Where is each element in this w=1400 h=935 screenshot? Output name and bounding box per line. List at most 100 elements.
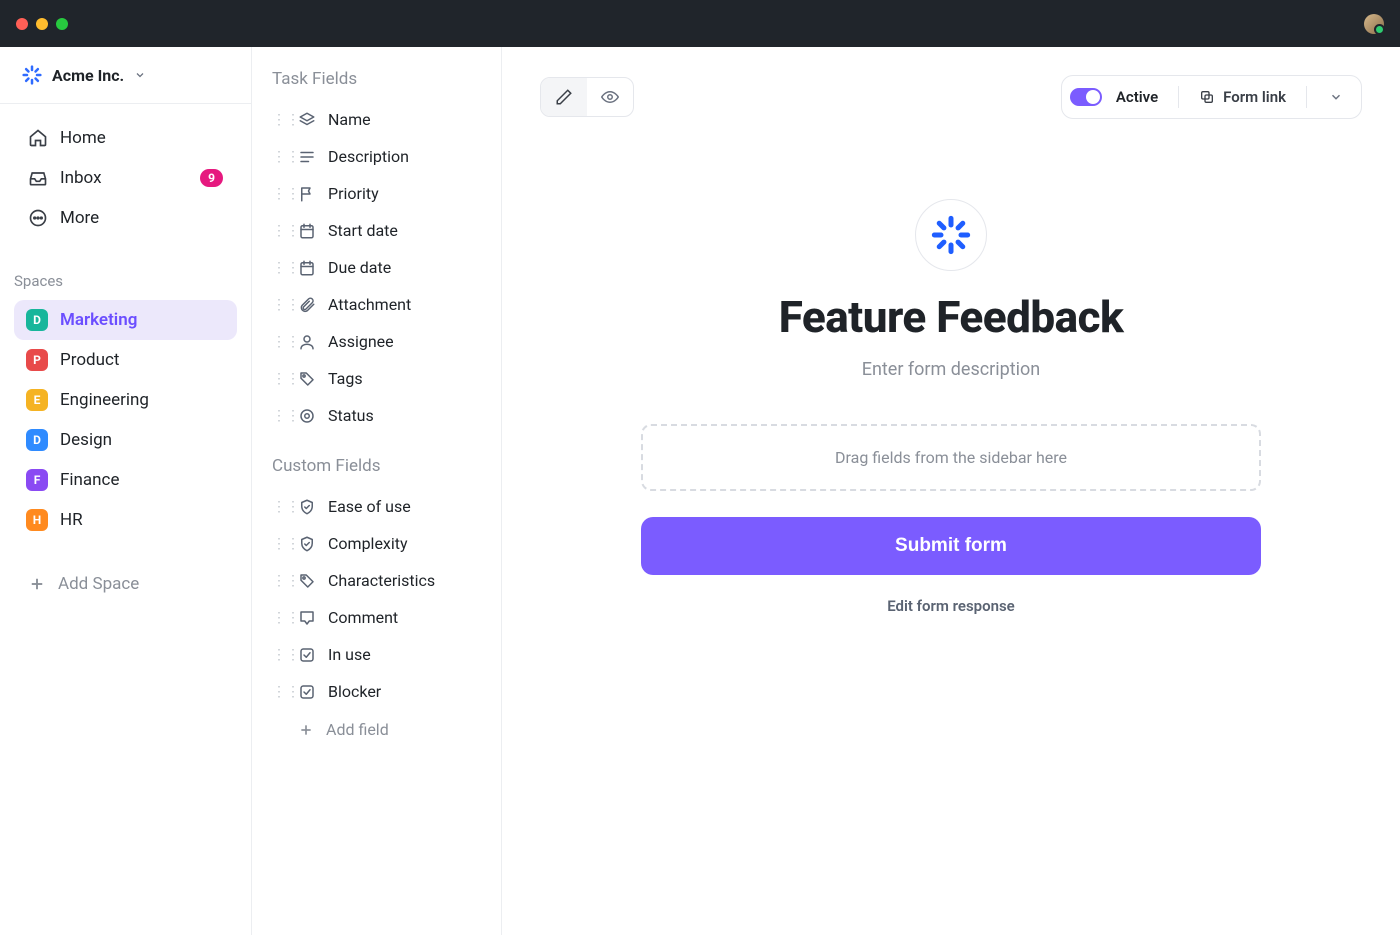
- drag-handle-icon[interactable]: ⋮⋮: [272, 149, 286, 165]
- window-close-button[interactable]: [16, 18, 28, 30]
- drag-handle-icon[interactable]: ⋮⋮: [272, 536, 286, 552]
- drag-handle-icon[interactable]: ⋮⋮: [272, 334, 286, 350]
- task-field-due-date[interactable]: ⋮⋮ Due date: [262, 249, 491, 286]
- drag-handle-icon[interactable]: ⋮⋮: [272, 112, 286, 128]
- add-field-button[interactable]: Add field: [262, 710, 491, 749]
- field-label: Status: [328, 406, 374, 425]
- drag-handle-icon[interactable]: ⋮⋮: [272, 573, 286, 589]
- drag-handle-icon[interactable]: ⋮⋮: [272, 408, 286, 424]
- task-field-tags[interactable]: ⋮⋮ Tags: [262, 360, 491, 397]
- custom-field-ease-of-use[interactable]: ⋮⋮ Ease of use: [262, 488, 491, 525]
- space-item-design[interactable]: DDesign: [14, 420, 237, 460]
- drag-handle-icon[interactable]: ⋮⋮: [272, 647, 286, 663]
- space-item-finance[interactable]: FFinance: [14, 460, 237, 500]
- space-item-label: Marketing: [60, 310, 137, 330]
- workspace-switcher[interactable]: Acme Inc.: [0, 47, 251, 104]
- divider: [1178, 86, 1179, 108]
- nav-more-label: More: [60, 208, 99, 228]
- field-label: Characteristics: [328, 571, 435, 590]
- form-dropzone[interactable]: Drag fields from the sidebar here: [641, 424, 1261, 491]
- check-icon: [298, 683, 316, 701]
- more-icon: [28, 208, 48, 228]
- drag-handle-icon[interactable]: ⋮⋮: [272, 186, 286, 202]
- space-item-label: Design: [60, 430, 112, 450]
- nav-more[interactable]: More: [14, 198, 237, 238]
- custom-field-in-use[interactable]: ⋮⋮In use: [262, 636, 491, 673]
- tag-icon: [298, 572, 316, 590]
- space-badge: D: [26, 309, 48, 331]
- add-space-label: Add Space: [58, 574, 139, 594]
- nav-inbox[interactable]: Inbox 9: [14, 158, 237, 198]
- primary-sidebar: Acme Inc. Home Inbox 9: [0, 47, 252, 935]
- inbox-badge: 9: [200, 169, 223, 187]
- submit-button[interactable]: Submit form: [641, 517, 1261, 575]
- window-minimize-button[interactable]: [36, 18, 48, 30]
- drag-handle-icon[interactable]: ⋮⋮: [272, 610, 286, 626]
- field-label: Due date: [328, 258, 391, 277]
- space-item-label: Product: [60, 350, 119, 370]
- form-link-button[interactable]: Form link: [1191, 82, 1294, 112]
- task-field-priority[interactable]: ⋮⋮Priority: [262, 175, 491, 212]
- edit-mode-button[interactable]: [541, 78, 587, 116]
- user-avatar[interactable]: [1364, 14, 1384, 34]
- custom-field-characteristics[interactable]: ⋮⋮ Characteristics: [262, 562, 491, 599]
- field-label: Assignee: [328, 332, 394, 351]
- active-toggle[interactable]: [1070, 88, 1102, 106]
- preview-mode-button[interactable]: [587, 78, 633, 116]
- space-item-engineering[interactable]: EEngineering: [14, 380, 237, 420]
- task-field-status[interactable]: ⋮⋮ Status: [262, 397, 491, 434]
- task-field-assignee[interactable]: ⋮⋮ Assignee: [262, 323, 491, 360]
- form-description-input[interactable]: Enter form description: [641, 359, 1261, 380]
- custom-fields-list: ⋮⋮ Ease of use ⋮⋮ Complexity ⋮⋮ Characteristi…: [262, 488, 491, 710]
- space-item-marketing[interactable]: D Marketing: [14, 300, 237, 340]
- field-label: Ease of use: [328, 497, 411, 516]
- form-logo[interactable]: [915, 199, 987, 271]
- space-item-hr[interactable]: HHR: [14, 500, 237, 540]
- calendar-icon: [298, 259, 316, 277]
- task-field-description[interactable]: ⋮⋮Description: [262, 138, 491, 175]
- shield-icon: [298, 535, 316, 553]
- inbox-icon: [28, 168, 48, 188]
- form-title[interactable]: Feature Feedback: [641, 291, 1261, 343]
- drag-handle-icon[interactable]: ⋮⋮: [272, 260, 286, 276]
- active-label: Active: [1108, 88, 1166, 106]
- divider: [1306, 86, 1307, 108]
- custom-field-comment[interactable]: ⋮⋮Comment: [262, 599, 491, 636]
- window-zoom-button[interactable]: [56, 18, 68, 30]
- window-titlebar: [0, 0, 1400, 47]
- plus-icon: [28, 575, 46, 593]
- custom-field-blocker[interactable]: ⋮⋮ Blocker: [262, 673, 491, 710]
- task-field-attachment[interactable]: ⋮⋮Attachment: [262, 286, 491, 323]
- space-item-label: HR: [60, 510, 83, 530]
- space-badge: P: [26, 349, 48, 371]
- copy-icon: [1199, 89, 1215, 105]
- drag-handle-icon[interactable]: ⋮⋮: [272, 223, 286, 239]
- primary-nav: Home Inbox 9 More: [0, 104, 251, 264]
- person-icon: [298, 333, 316, 351]
- field-label: Tags: [328, 369, 363, 388]
- form-toolbar: Active Form link: [540, 75, 1362, 119]
- space-item-label: Finance: [60, 470, 119, 490]
- field-label: Name: [328, 110, 371, 129]
- drag-handle-icon[interactable]: ⋮⋮: [272, 297, 286, 313]
- form-controls: Active Form link: [1061, 75, 1362, 119]
- task-field-name[interactable]: ⋮⋮ Name: [262, 101, 491, 138]
- task-field-start-date[interactable]: ⋮⋮Start date: [262, 212, 491, 249]
- field-label: Complexity: [328, 534, 408, 553]
- form-link-label: Form link: [1223, 88, 1286, 106]
- nav-home[interactable]: Home: [14, 118, 237, 158]
- pencil-icon: [555, 88, 573, 106]
- drag-handle-icon[interactable]: ⋮⋮: [272, 499, 286, 515]
- traffic-lights: [16, 18, 68, 30]
- layers-icon: [298, 111, 316, 129]
- space-item-product[interactable]: P Product: [14, 340, 237, 380]
- edit-response-link[interactable]: Edit form response: [641, 597, 1261, 615]
- add-space-button[interactable]: Add Space: [14, 562, 237, 606]
- eye-icon: [601, 88, 619, 106]
- custom-field-complexity[interactable]: ⋮⋮ Complexity: [262, 525, 491, 562]
- form-options-dropdown[interactable]: [1319, 84, 1353, 110]
- drag-handle-icon[interactable]: ⋮⋮: [272, 684, 286, 700]
- spaces-list: D Marketing P Product EEngineeringDDesignFFi…: [0, 300, 251, 558]
- drag-handle-icon[interactable]: ⋮⋮: [272, 371, 286, 387]
- field-label: Blocker: [328, 682, 381, 701]
